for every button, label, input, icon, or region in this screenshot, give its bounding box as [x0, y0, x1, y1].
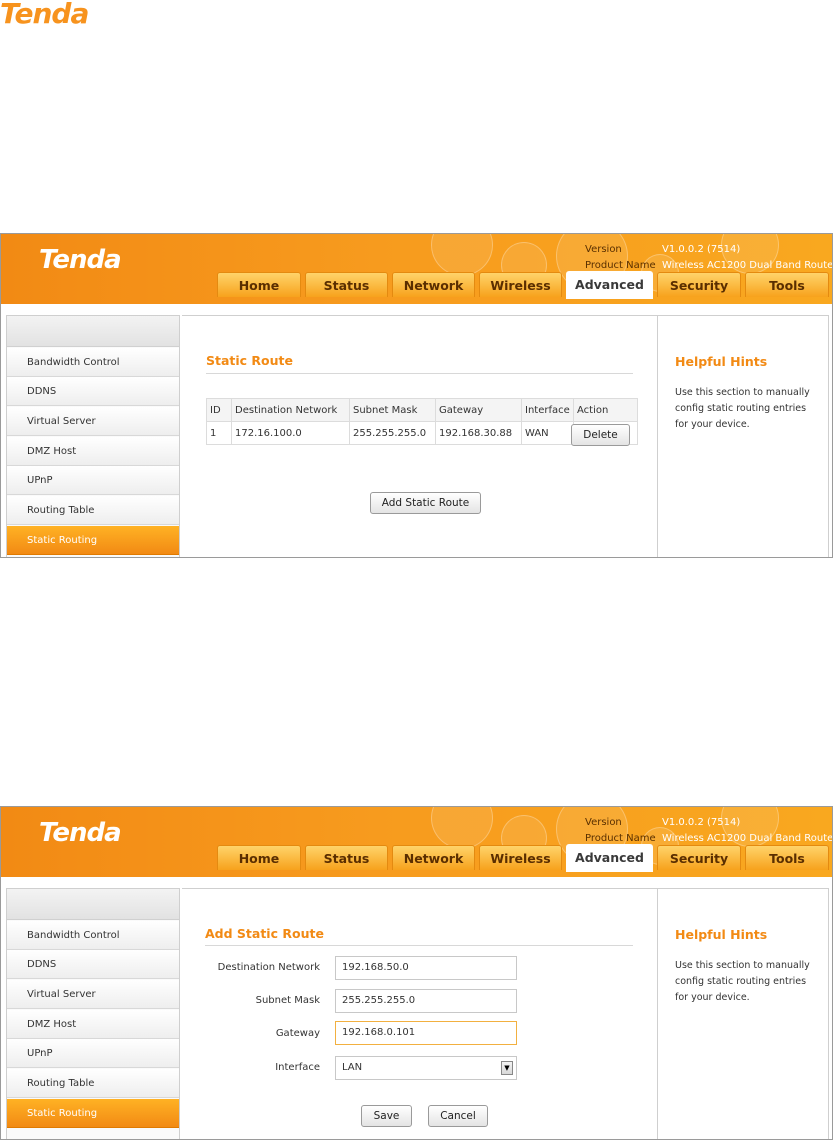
tab-home[interactable]: Home: [217, 272, 301, 297]
gateway-label: Gateway: [275, 1028, 320, 1039]
subnet-mask-label: Subnet Mask: [255, 995, 320, 1006]
sidebar-item-bandwidth-control[interactable]: Bandwidth Control: [7, 348, 179, 377]
cell-id: 1: [206, 421, 232, 445]
hints-text: Use this section to manually config stat…: [675, 387, 810, 430]
sidebar-item-routing-table[interactable]: Routing Table: [7, 1069, 179, 1098]
product-name-value: Wireless AC1200 Dual Band Router: [662, 833, 833, 844]
hints-title: Helpful Hints: [675, 927, 768, 942]
sidebar-item-virtual-server[interactable]: Virtual Server: [7, 980, 179, 1009]
sidebar-item-static-routing[interactable]: Static Routing: [7, 526, 179, 555]
interface-select[interactable]: LAN ▼: [335, 1056, 517, 1080]
product-name-label: Product Name: [585, 260, 656, 271]
tab-home[interactable]: Home: [217, 845, 301, 870]
title-divider: [205, 945, 633, 946]
interface-label: Interface: [275, 1062, 320, 1073]
sidebar-item-ddns[interactable]: DDNS: [7, 377, 179, 406]
destination-network-label: Destination Network: [217, 962, 320, 973]
col-gateway: Gateway: [435, 398, 522, 422]
version-label: Version: [585, 817, 622, 828]
sidebar-item-virtual-server[interactable]: Virtual Server: [7, 407, 179, 436]
cell-gateway: 192.168.30.88: [435, 421, 522, 445]
tenda-logo: Tenda: [39, 818, 122, 848]
add-static-route-button[interactable]: Add Static Route: [370, 492, 481, 514]
header-banner: Tenda Version V1.0.0.2 (7514) Product Na…: [1, 807, 833, 877]
page-title: Add Static Route: [205, 926, 324, 941]
tab-security[interactable]: Security: [657, 845, 741, 870]
page-title: Static Route: [206, 353, 293, 368]
hints-text: Use this section to manually config stat…: [675, 960, 810, 1003]
tab-status[interactable]: Status: [305, 272, 388, 297]
sidebar-item-ddns[interactable]: DDNS: [7, 950, 179, 979]
interface-select-value: LAN: [342, 1062, 363, 1073]
col-action: Action: [573, 398, 638, 422]
helpful-hints-panel: Helpful Hints Use this section to manual…: [657, 315, 829, 557]
product-name-label: Product Name: [585, 833, 656, 844]
document-logo: Tenda: [0, 0, 89, 30]
tab-advanced[interactable]: Advanced: [566, 271, 653, 299]
sidebar-item-upnp[interactable]: UPnP: [7, 466, 179, 495]
product-name-value: Wireless AC1200 Dual Band Router: [662, 260, 833, 271]
helpful-hints-panel: Helpful Hints Use this section to manual…: [657, 888, 829, 1139]
cell-mask: 255.255.255.0: [349, 421, 436, 445]
tab-network[interactable]: Network: [392, 845, 475, 870]
tenda-logo: Tenda: [39, 245, 122, 275]
destination-network-input[interactable]: 192.168.50.0: [335, 956, 517, 980]
dropdown-arrow-icon[interactable]: ▼: [501, 1061, 513, 1075]
save-button[interactable]: Save: [361, 1105, 412, 1127]
tab-advanced[interactable]: Advanced: [566, 844, 653, 872]
tab-status[interactable]: Status: [305, 845, 388, 870]
col-interface: Interface: [521, 398, 574, 422]
tab-wireless[interactable]: Wireless: [479, 845, 562, 870]
subnet-mask-input[interactable]: 255.255.255.0: [335, 989, 517, 1013]
sidebar-item-static-routing[interactable]: Static Routing: [7, 1099, 179, 1128]
cancel-button[interactable]: Cancel: [428, 1105, 488, 1127]
sidebar-item-dmz-host[interactable]: DMZ Host: [7, 1010, 179, 1039]
title-divider: [206, 373, 633, 374]
tab-wireless[interactable]: Wireless: [479, 272, 562, 297]
table-header-row: ID Destination Network Subnet Mask Gatew…: [206, 398, 638, 422]
tab-tools[interactable]: Tools: [745, 272, 829, 297]
col-subnet-mask: Subnet Mask: [349, 398, 436, 422]
tab-security[interactable]: Security: [657, 272, 741, 297]
sidebar: Bandwidth Control DDNS Virtual Server DM…: [6, 315, 180, 557]
tab-network[interactable]: Network: [392, 272, 475, 297]
version-value: V1.0.0.2 (7514): [662, 244, 741, 255]
hints-title: Helpful Hints: [675, 354, 768, 369]
sidebar-item-routing-table[interactable]: Routing Table: [7, 496, 179, 525]
cell-interface: WAN: [521, 421, 574, 445]
header-banner: Tenda Version V1.0.0.2 (7514) Product Na…: [1, 234, 833, 304]
gateway-input[interactable]: 192.168.0.101: [335, 1021, 517, 1045]
col-destination-network: Destination Network: [231, 398, 350, 422]
cell-destination: 172.16.100.0: [231, 421, 350, 445]
sidebar: Bandwidth Control DDNS Virtual Server DM…: [6, 888, 180, 1139]
version-value: V1.0.0.2 (7514): [662, 817, 741, 828]
col-id: ID: [206, 398, 232, 422]
sidebar-item-bandwidth-control[interactable]: Bandwidth Control: [7, 921, 179, 950]
sidebar-item-dmz-host[interactable]: DMZ Host: [7, 437, 179, 466]
version-label: Version: [585, 244, 622, 255]
sidebar-item-upnp[interactable]: UPnP: [7, 1039, 179, 1068]
delete-button[interactable]: Delete: [571, 424, 630, 446]
tab-tools[interactable]: Tools: [745, 845, 829, 870]
